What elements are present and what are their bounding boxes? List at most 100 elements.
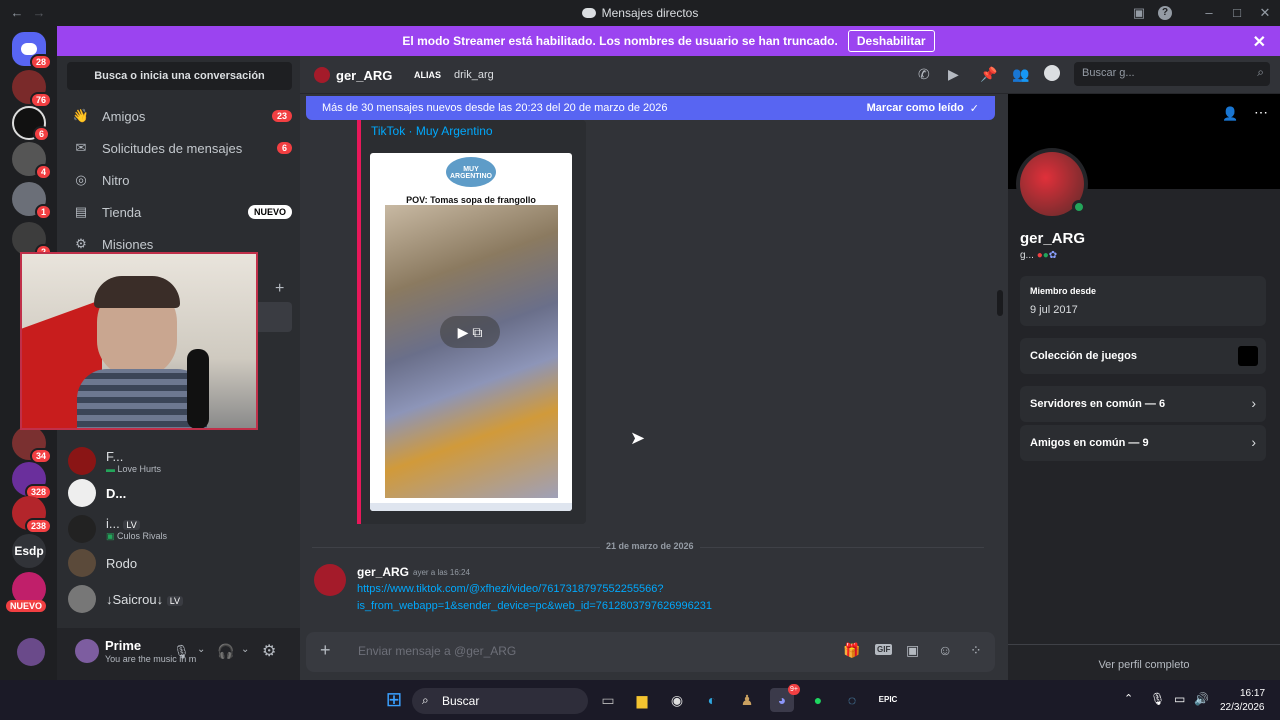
taskbar-search[interactable]: ⌕ Buscar xyxy=(412,688,588,714)
chat-scrollbar[interactable] xyxy=(997,290,1003,316)
windows-start-icon[interactable]: ⊞ xyxy=(382,688,406,712)
server-icon[interactable]: 34 xyxy=(12,426,52,464)
add-friends-icon[interactable]: 👥 xyxy=(1012,66,1029,83)
server-icon[interactable]: 1 xyxy=(12,182,52,220)
hair-shape xyxy=(94,276,180,308)
back-arrow-icon[interactable]: ← xyxy=(8,4,26,22)
file-explorer-icon[interactable]: ▆ xyxy=(630,688,654,712)
alias-value: drik_arg xyxy=(454,69,494,81)
add-friend-icon[interactable]: 👤 xyxy=(1222,106,1238,122)
alias-label: ALIAS xyxy=(414,70,441,80)
webcam-overlay xyxy=(20,252,258,430)
dm-item[interactable]: Rodo xyxy=(68,546,292,580)
server-icon[interactable]: 76 xyxy=(12,70,52,108)
sticker-icon[interactable]: ▣ xyxy=(906,642,919,659)
game-collection-card[interactable]: Colección de juegos xyxy=(1020,338,1266,374)
mark-read-button[interactable]: Marcar como leído xyxy=(867,102,964,114)
avatar[interactable] xyxy=(314,564,346,596)
server-icon[interactable]: NUEVO xyxy=(6,572,47,612)
edge-icon[interactable]: ◐ xyxy=(700,688,724,712)
create-dm-plus-icon[interactable]: + xyxy=(275,280,284,298)
network-icon[interactable]: ▭ xyxy=(1174,692,1185,706)
play-button[interactable]: ▶ ⧉ xyxy=(440,316,500,348)
chevron-down-icon[interactable]: ⌄ xyxy=(241,644,249,655)
server-icon[interactable]: 4 xyxy=(12,142,52,180)
discord-taskbar-icon[interactable]: ◕ 9+ xyxy=(770,684,800,712)
add-attachment-icon[interactable]: + xyxy=(320,640,331,661)
mutual-servers-card[interactable]: Servidores en común — 6 › xyxy=(1020,386,1266,422)
volume-icon[interactable]: 🔊 xyxy=(1194,692,1209,706)
nav-shop[interactable]: ▤ Tienda NUEVO xyxy=(66,197,292,227)
server-icon[interactable]: 328 xyxy=(12,462,52,500)
microphone-tray-icon[interactable]: 🎙 xyxy=(1150,692,1165,706)
friends-icon: 👋 xyxy=(72,108,90,123)
game-thumbnail-icon xyxy=(1238,346,1258,366)
lv-tag: LV xyxy=(123,520,140,530)
emoji-icon[interactable]: ☺ xyxy=(938,642,952,658)
clock-time[interactable]: 16:17 xyxy=(1240,688,1265,699)
epic-games-icon[interactable]: EPIC xyxy=(876,688,900,712)
server-icon[interactable]: 6 xyxy=(12,106,50,142)
server-icon[interactable]: 238 xyxy=(12,496,52,534)
view-full-profile-link[interactable]: Ver perfil completo xyxy=(1008,644,1280,671)
discord-home-button[interactable]: 28 xyxy=(12,32,52,70)
search-input[interactable]: Buscar g... ⌕ xyxy=(1074,62,1270,86)
video-call-icon[interactable]: ▶ xyxy=(948,66,959,83)
task-view-icon[interactable]: ▭ xyxy=(596,688,620,712)
more-options-icon[interactable]: ⋯ xyxy=(1254,104,1268,121)
envelope-icon: ✉ xyxy=(75,140,87,155)
selected-dm-row[interactable] xyxy=(258,302,292,332)
headphones-icon[interactable]: 🎧 xyxy=(217,643,234,660)
nav-friends[interactable]: 👋 Amigos 23 xyxy=(66,101,292,131)
message-link[interactable]: is_from_webapp=1&sender_device=pc&web_id… xyxy=(357,600,712,612)
help-icon[interactable]: ? xyxy=(1158,6,1172,20)
chevron-down-icon[interactable]: ⌄ xyxy=(197,644,205,655)
user-profile-icon[interactable] xyxy=(1044,65,1060,81)
mutual-friends-card[interactable]: Amigos en común — 9 › xyxy=(1020,425,1266,461)
server-icon[interactable]: 2 xyxy=(12,222,52,260)
forward-arrow-icon[interactable]: → xyxy=(30,4,48,22)
embed-title-link[interactable]: TikTok · Muy Argentino xyxy=(371,124,493,138)
voice-call-icon[interactable]: ✆ xyxy=(918,66,930,83)
disable-streamer-button[interactable]: Deshabilitar xyxy=(847,30,935,52)
member-since-card: Miembro desde 9 jul 2017 xyxy=(1020,276,1266,326)
settings-gear-icon[interactable]: ⚙ xyxy=(262,641,276,661)
dm-item[interactable]: ↓Saicrou↓ LV xyxy=(68,582,292,616)
clock-date[interactable]: 22/3/2026 xyxy=(1220,702,1265,713)
user-avatar[interactable] xyxy=(75,639,99,663)
spotify-icon[interactable]: ● xyxy=(806,688,830,712)
microphone-icon[interactable]: 🎙 xyxy=(173,644,190,660)
close-window-icon[interactable]: ✕ xyxy=(1256,4,1274,22)
chat-username[interactable]: ger_ARG xyxy=(336,68,392,83)
avatar[interactable] xyxy=(17,638,45,666)
chat-header: ger_ARG ALIAS drik_arg ✆ ▶ 📌 👥 Buscar g.… xyxy=(300,56,1280,94)
nav-message-requests[interactable]: ✉ Solicitudes de mensajes 6 xyxy=(66,133,292,163)
mark-read-icon: ✓ xyxy=(969,102,979,115)
server-esdp[interactable]: Esdp xyxy=(12,534,46,568)
app-icon[interactable]: ♟ xyxy=(735,688,759,712)
minimize-icon[interactable]: – xyxy=(1200,4,1218,22)
message-author[interactable]: ger_ARG xyxy=(357,565,409,579)
dm-item[interactable]: F... ▬ Love Hurts xyxy=(68,444,292,478)
pin-icon[interactable]: 📌 xyxy=(980,66,997,83)
nav-nitro[interactable]: ◎ Nitro xyxy=(66,165,292,195)
close-banner-icon[interactable]: ✕ xyxy=(1253,32,1266,52)
profile-avatar[interactable] xyxy=(1016,148,1088,220)
message-composer[interactable]: + Enviar mensaje a @ger_ARG 🎁 GIF ▣ ☺ ⁘ xyxy=(306,632,995,672)
user-name: Prime xyxy=(105,638,142,653)
dm-search-button[interactable]: Busca o inicia una conversación xyxy=(67,62,292,90)
dm-item[interactable]: i... LV ▣ Culos Rivals xyxy=(68,512,292,546)
chevron-up-icon[interactable]: ⌃ xyxy=(1124,692,1133,705)
avatar xyxy=(68,585,96,613)
inbox-icon[interactable]: ▣ xyxy=(1130,4,1148,22)
gif-icon[interactable]: GIF xyxy=(875,644,893,655)
apps-icon[interactable]: ⁘ xyxy=(970,642,982,659)
badge-icon: ✿ xyxy=(1048,250,1058,261)
message-link[interactable]: https://www.tiktok.com/@xfhezi/video/761… xyxy=(357,583,664,595)
dm-item[interactable]: D... xyxy=(68,476,292,510)
gift-icon[interactable]: 🎁 xyxy=(843,642,860,659)
new-messages-bar[interactable]: Más de 30 mensajes nuevos desde las 20:2… xyxy=(306,96,995,120)
maximize-icon[interactable]: □ xyxy=(1228,4,1246,22)
steam-icon[interactable]: ◌ xyxy=(840,688,864,712)
chrome-icon[interactable]: ◉ xyxy=(665,688,689,712)
